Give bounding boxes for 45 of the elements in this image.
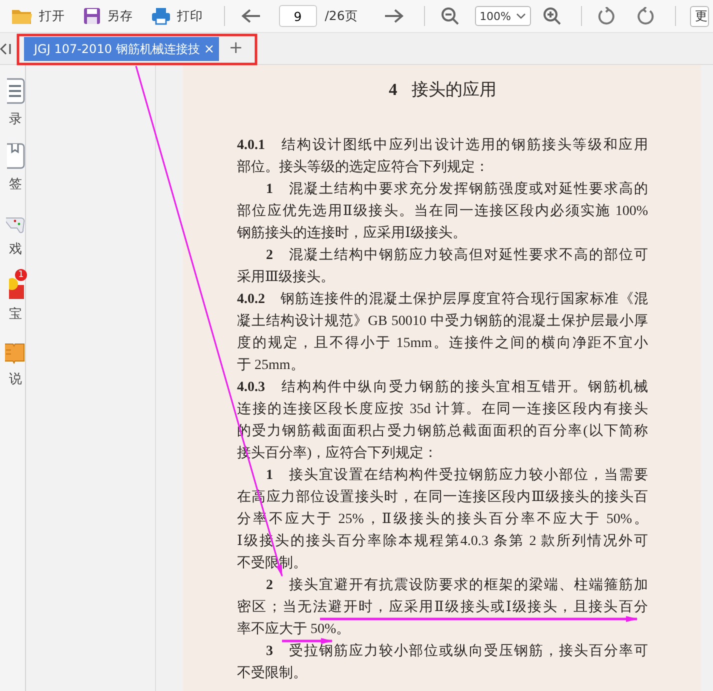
page-total: /26页 xyxy=(324,8,358,24)
document-tab[interactable]: JGJ 107-2010 钢筋机械连接技 × xyxy=(24,37,219,61)
caret-icon xyxy=(516,13,526,19)
text-line: 钢筋接头的连接时，应采用Ⅰ级接头。 xyxy=(237,226,468,242)
heading-number: 4 xyxy=(388,79,398,101)
sidebar-label[interactable]: 戏 xyxy=(9,240,25,258)
text-line: 密区；当无法避开时，应采用Ⅱ级接头或Ⅰ级接头，且接头百分 xyxy=(237,600,648,616)
annotation-arrow xyxy=(282,638,333,644)
new-tab-button[interactable]: + xyxy=(228,38,243,58)
save-button[interactable]: 另存 xyxy=(78,5,138,27)
collapse-icon[interactable] xyxy=(0,43,12,55)
close-tab-button[interactable]: × xyxy=(204,42,215,56)
save-icon xyxy=(83,7,101,25)
change-button[interactable]: 更 xyxy=(690,6,709,26)
text-line: 2 接头宜避开有抗震设防要求的框架的梁端、柱端箍筋加 xyxy=(265,578,648,594)
printer-icon xyxy=(151,7,171,25)
sidebar-label[interactable]: 宝 xyxy=(9,305,25,323)
open-button[interactable]: 打开 xyxy=(6,5,70,27)
text-line: 率不应大于 50%。 xyxy=(237,622,352,638)
sidebar-label[interactable]: 说 xyxy=(9,370,25,388)
text-line: 于 25mm。 xyxy=(237,358,306,374)
text-line: 分率不应大于 25%，Ⅱ级接头的接头百分率不应大于 50%。 xyxy=(237,512,648,528)
print-button[interactable]: 打印 xyxy=(146,5,208,27)
notification-badge: 1 xyxy=(15,269,27,281)
sidebar-label[interactable]: 签 xyxy=(9,175,25,193)
sidebar-label[interactable]: 录 xyxy=(9,110,25,128)
text-line: 度的规定，且不得小于 15mm。连接件之间的横向净距不宜小 xyxy=(237,336,648,352)
text-line: 部位。接头等级的选定应符合下列规定： xyxy=(237,160,490,176)
text-line: 2 混凝土结构中钢筋应力较高但对延性要求不高的部位可 xyxy=(265,248,648,264)
text-line: 部位应优先选用Ⅱ级接头。当在同一连接区段内必须实施 100% xyxy=(237,204,648,220)
text-line: 连接的连接区段长度应按 35d 计算。在同一连接区段内有接头 xyxy=(237,402,648,418)
text-line: 不受限制。 xyxy=(237,666,308,682)
text-line: 1 混凝土结构中要求充分发挥钢筋强度或对延性要求高的 xyxy=(265,182,648,198)
folder-icon xyxy=(11,7,33,25)
text-line: 采用Ⅲ级接头。 xyxy=(237,270,336,286)
zoom-select[interactable]: 100% xyxy=(474,6,531,26)
page-number-field[interactable]: 9 xyxy=(278,5,317,27)
text-line: 3 受拉钢筋应力较小部位或纵向受压钢筋，接头百分率可 xyxy=(265,644,648,660)
book-icon xyxy=(5,342,25,364)
text-line: 4.0.3 结构构件中纵向受力钢筋的接头宜相互错开。钢筋机械 xyxy=(237,380,648,396)
text-line: 4.0.2 钢筋连接件的混凝土保护层厚度宜符合现行国家标准《混 xyxy=(237,292,648,308)
text-line: 凝土结构设计规范》GB 50010 中受力钢筋的混凝土保护层最小厚 xyxy=(237,314,648,330)
section-heading: 接头的应用 xyxy=(411,79,496,101)
text-line: 1 接头宜设置在结构构件受拉钢筋应力较小部位，当需要 xyxy=(265,468,648,484)
text-line: 4.0.1 结构设计图纸中应列出设计选用的钢筋接头等级和应用 xyxy=(237,138,648,154)
